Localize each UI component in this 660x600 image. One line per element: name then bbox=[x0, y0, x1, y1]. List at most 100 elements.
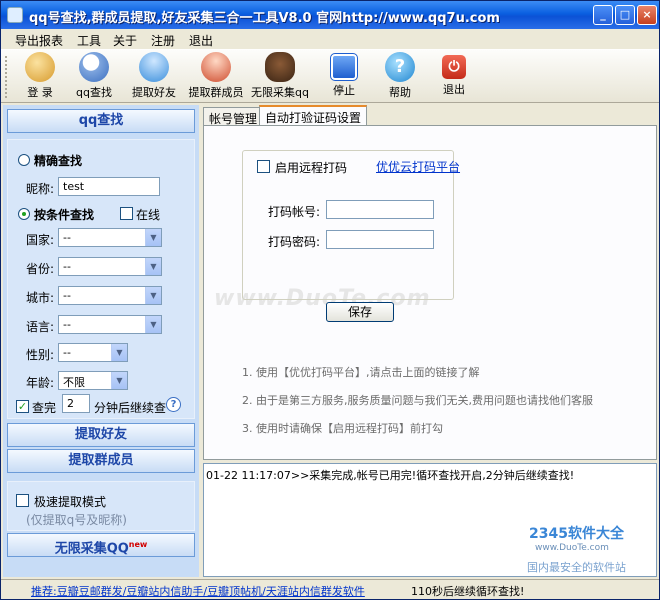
finish-label: 查完 bbox=[32, 401, 57, 415]
finish-suffix-label: 分钟后继续查 bbox=[94, 401, 167, 415]
title-bar: qq号查找,群成员提取,好友采集三合一工具V8.0 官网http://www.q… bbox=[1, 1, 659, 29]
province-select[interactable]: -- ▼ bbox=[58, 257, 162, 276]
question-icon[interactable]: ? bbox=[166, 397, 181, 412]
country-value: -- bbox=[63, 231, 71, 244]
age-value: 不限 bbox=[63, 376, 85, 389]
city-value: -- bbox=[63, 289, 71, 302]
age-select[interactable]: 不限 ▼ bbox=[58, 371, 128, 390]
stop-icon bbox=[330, 53, 358, 81]
menu-register[interactable]: 注册 bbox=[151, 32, 175, 49]
country-label: 国家: bbox=[26, 233, 55, 247]
menu-about[interactable]: 关于 bbox=[113, 32, 137, 49]
extract-members-tool-label: 提取群成员 bbox=[188, 86, 244, 99]
qq-search-tool-button[interactable]: qq查找 bbox=[65, 52, 123, 102]
close-button[interactable]: × bbox=[637, 5, 657, 25]
qq-search-section-button[interactable]: qq查找 bbox=[7, 109, 195, 133]
left-panel: qq查找 精确查找 昵称: 按条件查找 在线 国家: -- ▼ 省份: -- ▼ 城… bbox=[3, 105, 199, 577]
captcha-settings-page: www.DuoTe.com 启用远程打码 优优云打码平台 打码帐号: 打码密码:… bbox=[203, 125, 657, 460]
tab-account-management[interactable]: 帐号管理 bbox=[203, 107, 264, 126]
exit-button[interactable]: ⏻ 退出 bbox=[425, 52, 483, 102]
menu-export-report[interactable]: 导出报表 bbox=[15, 32, 63, 49]
help-icon: ? bbox=[385, 52, 415, 82]
unlimited-collect-section-button[interactable]: 无限采集QQnew bbox=[7, 533, 195, 557]
menu-tools[interactable]: 工具 bbox=[77, 32, 101, 49]
captcha-account-label: 打码帐号: bbox=[268, 205, 321, 219]
exit-label: 退出 bbox=[443, 83, 465, 96]
app-window: qq号查找,群成员提取,好友采集三合一工具V8.0 官网http://www.q… bbox=[0, 0, 660, 600]
city-label: 城市: bbox=[26, 291, 55, 305]
maximize-button[interactable]: □ bbox=[615, 5, 635, 25]
login-label: 登 录 bbox=[27, 86, 53, 99]
captcha-account-input[interactable] bbox=[326, 200, 434, 219]
chevron-down-icon: ▼ bbox=[111, 344, 127, 361]
qq-search-tool-label: qq查找 bbox=[76, 86, 112, 99]
minimize-button[interactable]: _ bbox=[593, 5, 613, 25]
extract-members-tool-button[interactable]: 提取群成员 bbox=[187, 52, 245, 102]
stop-label: 停止 bbox=[333, 84, 355, 97]
extract-members-section-button[interactable]: 提取群成员 bbox=[7, 449, 195, 473]
promo-link[interactable]: 推荐:豆瓣豆邮群发/豆瓣站内信助手/豆瓣顶帖机/天涯站内信群发软件 bbox=[31, 583, 365, 599]
chevron-down-icon: ▼ bbox=[145, 287, 161, 304]
brand-slogan: 国内最安全的软件站 bbox=[527, 561, 626, 574]
extract-friends-section-button[interactable]: 提取好友 bbox=[7, 423, 195, 447]
users-login-icon bbox=[25, 52, 55, 82]
exact-search-radio[interactable] bbox=[18, 154, 30, 166]
tab-captcha-settings[interactable]: 自动打验证码设置 bbox=[259, 105, 368, 125]
enable-remote-captcha-label: 启用远程打码 bbox=[275, 161, 348, 175]
country-select[interactable]: -- ▼ bbox=[58, 228, 162, 247]
toolbar-grip[interactable] bbox=[5, 56, 9, 98]
finish-checkbox[interactable]: ✓ bbox=[16, 400, 29, 413]
user-icon bbox=[139, 52, 169, 82]
unlimited-collect-tool-button[interactable]: 无限采集qq bbox=[251, 52, 309, 102]
new-badge: new bbox=[128, 540, 148, 549]
extract-friends-tool-label: 提取好友 bbox=[132, 86, 176, 99]
menu-bar: 导出报表 工具 关于 注册 退出 bbox=[1, 29, 659, 49]
exact-search-label: 精确查找 bbox=[34, 154, 83, 168]
brand-logo-text: 2345软件大全 bbox=[529, 526, 624, 542]
online-checkbox[interactable] bbox=[120, 207, 133, 220]
captcha-password-label: 打码密码: bbox=[268, 235, 321, 249]
save-button[interactable]: 保存 bbox=[326, 302, 394, 322]
status-bar: 推荐:豆瓣豆邮群发/豆瓣站内信助手/豆瓣顶帖机/天涯站内信群发软件 110秒后继… bbox=[1, 579, 659, 599]
captcha-password-input[interactable] bbox=[326, 230, 434, 249]
app-icon bbox=[7, 7, 23, 23]
chevron-down-icon: ▼ bbox=[111, 372, 127, 389]
menu-exit[interactable]: 退出 bbox=[189, 32, 213, 49]
brand-url: www.DuoTe.com bbox=[535, 543, 609, 553]
power-icon: ⏻ bbox=[442, 55, 466, 79]
bug-icon bbox=[265, 52, 295, 82]
chevron-down-icon: ▼ bbox=[145, 258, 161, 275]
extract-friends-tool-button[interactable]: 提取好友 bbox=[125, 52, 183, 102]
note-3: 3. 使用时请确保【启用远程打码】前打勾 bbox=[242, 422, 443, 435]
age-label: 年龄: bbox=[26, 376, 55, 390]
search-options-box: 精确查找 昵称: 按条件查找 在线 国家: -- ▼ 省份: -- ▼ 城市: --… bbox=[7, 139, 195, 419]
log-line: 01-22 11:17:07>>采集完成,帐号已用完!循环查找开启,2分钟后继续… bbox=[206, 469, 575, 482]
brand-watermark: 2345软件大全 www.DuoTe.com 国内最安全的软件站 bbox=[521, 523, 659, 577]
language-select[interactable]: -- ▼ bbox=[58, 315, 162, 334]
login-button[interactable]: 登 录 bbox=[11, 52, 69, 102]
gender-label: 性别: bbox=[26, 348, 55, 362]
finish-minutes-input[interactable] bbox=[62, 394, 90, 413]
language-value: -- bbox=[63, 318, 71, 331]
nickname-label: 昵称: bbox=[26, 182, 55, 196]
window-title: qq号查找,群成员提取,好友采集三合一工具V8.0 官网http://www.q… bbox=[29, 11, 500, 26]
enable-remote-captcha-checkbox[interactable] bbox=[257, 160, 270, 173]
fast-mode-hint: (仅提取q号及昵称) bbox=[26, 513, 127, 527]
note-1: 1. 使用【优优打码平台】,请点击上面的链接了解 bbox=[242, 366, 480, 379]
fast-mode-checkbox[interactable] bbox=[16, 494, 29, 507]
status-message: 110秒后继续循环查找! bbox=[411, 585, 525, 598]
gender-value: -- bbox=[63, 346, 71, 359]
magnifier-icon bbox=[79, 52, 109, 82]
condition-search-radio[interactable] bbox=[18, 208, 30, 220]
nickname-input[interactable] bbox=[58, 177, 160, 196]
unlimited-collect-label: 无限采集QQ bbox=[54, 541, 129, 557]
city-select[interactable]: -- ▼ bbox=[58, 286, 162, 305]
condition-search-label: 按条件查找 bbox=[34, 208, 95, 222]
gender-select[interactable]: -- ▼ bbox=[58, 343, 128, 362]
group-icon bbox=[201, 52, 231, 82]
platform-link[interactable]: 优优云打码平台 bbox=[376, 158, 460, 175]
stop-button[interactable]: 停止 bbox=[315, 52, 373, 102]
help-button[interactable]: ? 帮助 bbox=[371, 52, 429, 102]
unlimited-collect-tool-label: 无限采集qq bbox=[251, 86, 309, 99]
chevron-down-icon: ▼ bbox=[145, 229, 161, 246]
